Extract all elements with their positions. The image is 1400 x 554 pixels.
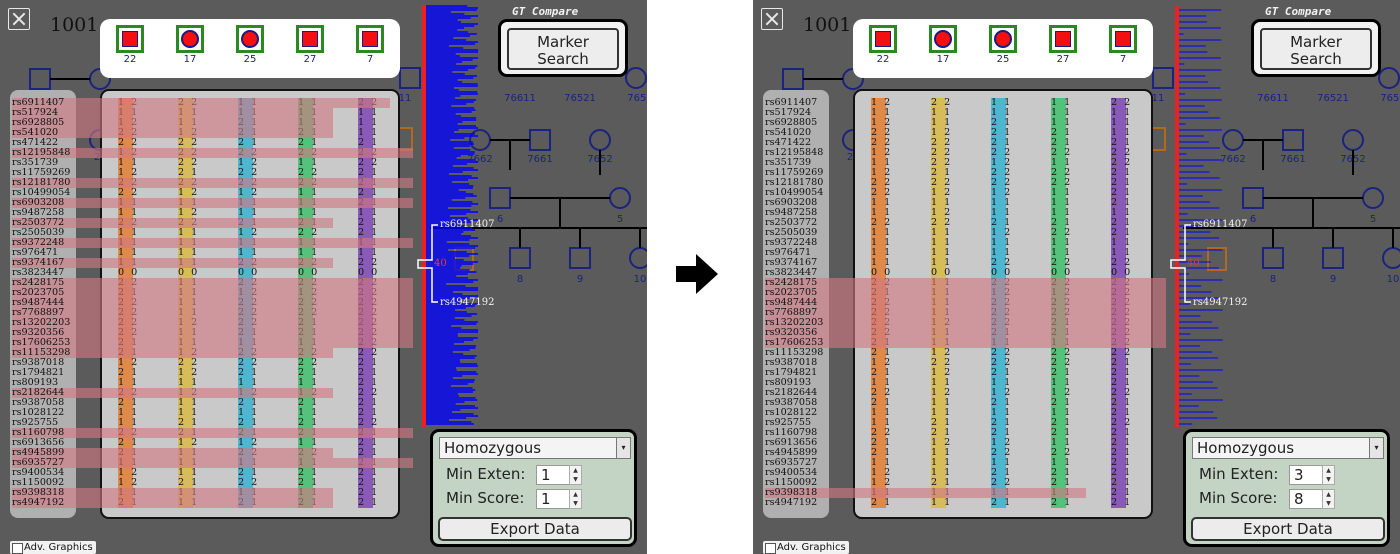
score-value: 40 (434, 258, 447, 269)
min-score-value: 1 (541, 490, 551, 508)
filter-controls: Homozygous ▾ Min Exten: 3 ▲ ▼ Min Score: 8 ▲ ▼ E… (1183, 429, 1390, 547)
min-score-label: Min Score: (1199, 489, 1278, 507)
adv-graphics-checkbox[interactable]: Adv. Graphics (763, 541, 849, 554)
adv-graphics-checkbox[interactable]: Adv. Graphics (10, 541, 96, 554)
min-exten-input[interactable]: 3 ▲ ▼ (1289, 465, 1335, 485)
flank-top-marker: rs6911407 (440, 219, 495, 230)
mode-select-value: Homozygous (444, 439, 542, 457)
mode-select[interactable]: Homozygous ▾ (439, 437, 631, 459)
min-score-input[interactable]: 8 ▲ ▼ (1289, 489, 1335, 509)
flank-bottom-marker: rs4947192 (1193, 297, 1248, 308)
min-score-input[interactable]: 1 ▲ ▼ (536, 489, 582, 509)
marker-search-button[interactable]: Marker Search (507, 28, 619, 70)
spinner-icon[interactable]: ▲ ▼ (569, 465, 582, 485)
min-exten-value: 3 (1294, 466, 1304, 484)
gt-compare-panel-after: 7661176521765276627661765265891011210012… (753, 0, 1400, 554)
export-data-button[interactable]: Export Data (438, 517, 632, 541)
comparison-stage: 7661176521765276627661765265891011210012… (0, 0, 1400, 554)
gt-compare-title: GT Compare (1265, 5, 1332, 18)
min-exten-label: Min Exten: (1199, 465, 1279, 483)
spinner-icon[interactable]: ▲ ▼ (1322, 465, 1335, 485)
flank-top-marker: rs6911407 (1193, 219, 1248, 230)
filter-controls: Homozygous ▾ Min Exten: 1 ▲ ▼ Min Score: 1 ▲ ▼ E… (430, 429, 637, 547)
chevron-down-icon[interactable]: ▾ (1369, 438, 1383, 458)
chevron-down-icon[interactable]: ▾ (616, 438, 630, 458)
score-value: 40 (1187, 258, 1200, 269)
mode-select-value: Homozygous (1197, 439, 1295, 457)
arrow-right-icon (676, 254, 718, 294)
min-exten-label: Min Exten: (446, 465, 526, 483)
gt-compare-panel-before: 7661176521765276627661765265891011210012… (0, 0, 647, 554)
export-data-button[interactable]: Export Data (1191, 517, 1385, 541)
marker-search-button[interactable]: Marker Search (1260, 28, 1372, 70)
min-score-value: 8 (1294, 490, 1304, 508)
marker-search-frame: Marker Search (1251, 19, 1381, 77)
gt-compare-title: GT Compare (512, 5, 579, 18)
mode-select[interactable]: Homozygous ▾ (1192, 437, 1384, 459)
spinner-icon[interactable]: ▲ ▼ (569, 489, 582, 509)
flank-bottom-marker: rs4947192 (440, 297, 495, 308)
min-exten-input[interactable]: 1 ▲ ▼ (536, 465, 582, 485)
spinner-icon[interactable]: ▲ ▼ (1322, 489, 1335, 509)
min-score-label: Min Score: (446, 489, 525, 507)
min-exten-value: 1 (541, 466, 551, 484)
marker-search-frame: Marker Search (498, 19, 628, 77)
